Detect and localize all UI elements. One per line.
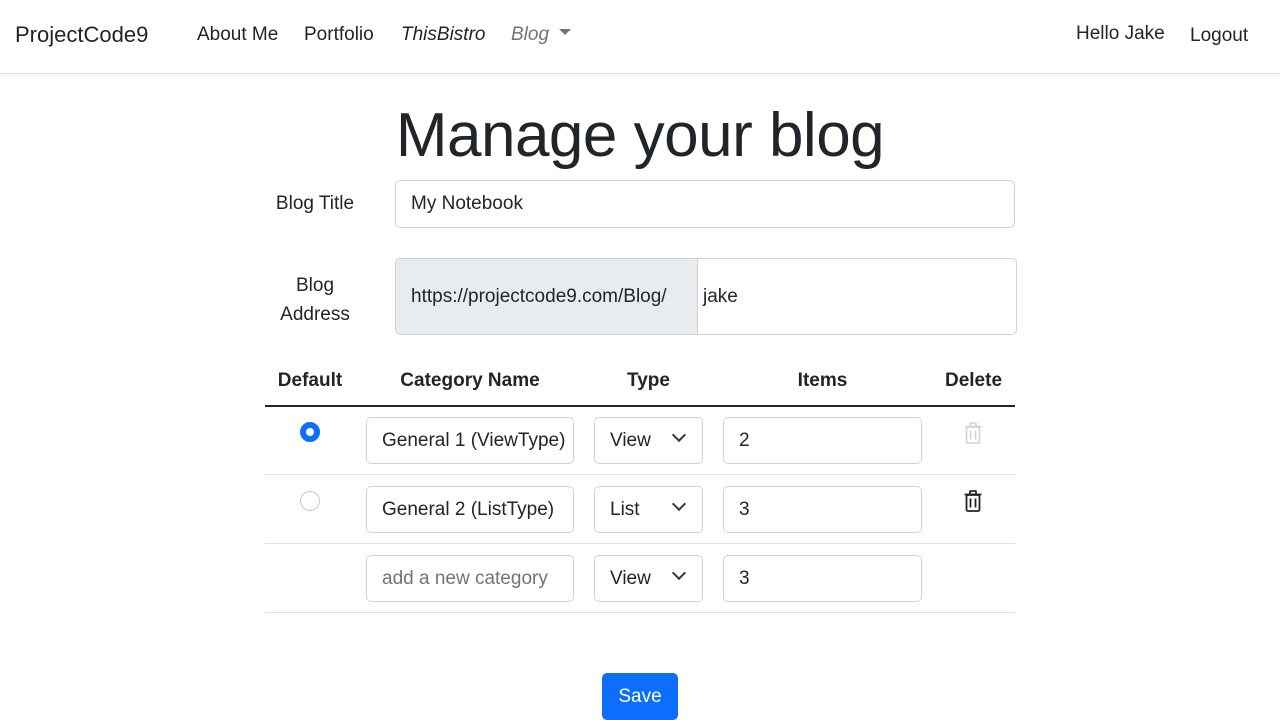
save-button[interactable]: Save [602,673,678,720]
nav-blog-label: Blog [511,24,550,45]
new-items-input[interactable]: 3 [723,555,922,602]
blog-address-label-line1: Blog [295,275,335,296]
header-items: Items [797,370,848,391]
greeting-text: Hello Jake [1076,23,1165,44]
blog-title-input[interactable]: My Notebook [395,180,1015,228]
logout-link[interactable]: Logout [1190,25,1248,47]
blog-address-prefix: https://projectcode9.com/Blog/ [395,258,698,335]
brand-link[interactable]: ProjectCode9 [15,22,148,48]
chevron-down-icon [671,565,687,581]
nav-portfolio[interactable]: Portfolio [304,24,374,46]
caret-down-icon [559,28,572,35]
items-input-row1[interactable]: 2 [723,417,922,464]
nav-about-me[interactable]: About Me [197,24,278,46]
blog-address-input[interactable]: jake [697,258,1017,335]
blog-title-label: Blog Title [275,193,355,214]
row-divider [265,612,1015,613]
header-category-name: Category Name [400,370,540,391]
top-navbar: ProjectCode9 About Me Portfolio ThisBist… [0,0,1280,74]
type-select-value-row2: List [610,499,640,520]
default-radio-row2[interactable] [300,491,320,511]
new-type-select[interactable]: View [594,555,703,602]
trash-icon-disabled [964,422,982,444]
type-select-value-row1: View [610,430,651,451]
type-select-row2[interactable]: List [594,486,703,533]
row-divider [265,543,1015,544]
blog-address-label: Blog Address [265,271,365,329]
new-type-select-value: View [610,568,651,589]
chevron-down-icon [671,496,687,512]
default-radio-row1[interactable] [300,422,320,442]
row-divider [265,474,1015,475]
table-header-divider [265,405,1015,407]
header-default: Default [277,370,343,391]
blog-address-label-line2: Address [280,304,350,325]
page-title: Manage your blog [395,101,885,170]
chevron-down-icon [671,427,687,443]
new-category-input[interactable]: add a new category [366,555,574,602]
category-name-input-row2[interactable]: General 2 (ListType) [366,486,574,533]
trash-icon[interactable] [964,490,982,512]
nav-blog-dropdown[interactable]: Blog [511,24,572,46]
items-input-row2[interactable]: 3 [723,486,922,533]
type-select-row1[interactable]: View [594,417,703,464]
category-name-input-row1[interactable]: General 1 (ViewType) [366,417,574,464]
header-delete: Delete [944,370,1003,391]
nav-thisbistro[interactable]: ThisBistro [401,24,485,46]
header-type: Type [627,370,670,391]
